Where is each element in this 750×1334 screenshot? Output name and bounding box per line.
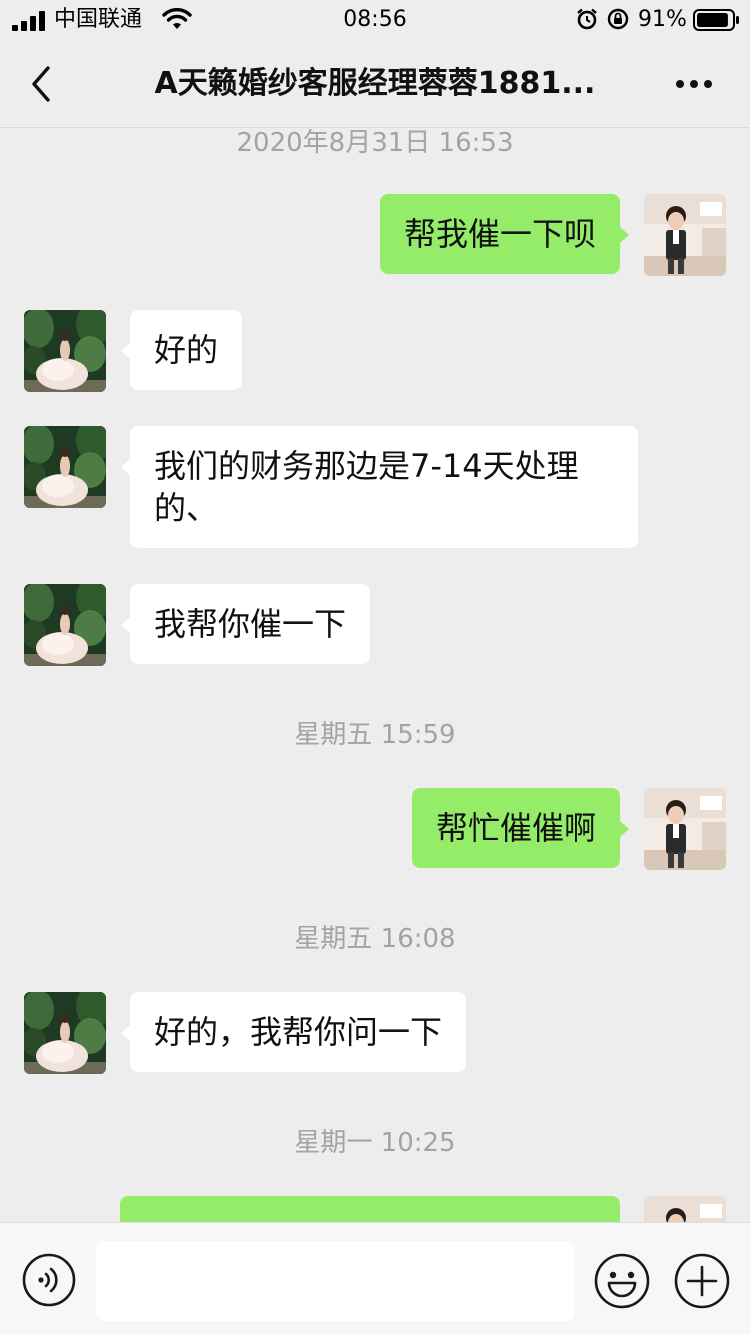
message-bubble-outgoing[interactable]: 帮我催一下呗	[379, 194, 630, 274]
avatar-me[interactable]	[644, 194, 726, 276]
chat-area[interactable]: 2020年8月31日 16:53 帮我催一下呗 好的 我们的财务那边是7-14天…	[0, 128, 750, 1222]
voice-icon[interactable]	[22, 1253, 76, 1307]
avatar-contact[interactable]	[24, 426, 106, 508]
avatar-contact[interactable]	[24, 992, 106, 1074]
battery-percent: 91%	[638, 7, 687, 32]
nav-bar: A天籁婚纱客服经理蓉蓉1881...	[0, 40, 750, 128]
rotation-lock-icon	[607, 8, 629, 30]
message-bubble-incoming[interactable]: 我帮你催一下	[120, 584, 371, 664]
avatar-contact[interactable]	[24, 584, 106, 666]
avatar-me[interactable]	[644, 788, 726, 870]
input-bar	[0, 1222, 750, 1334]
message-bubble-incoming[interactable]: 好的	[120, 310, 243, 390]
plus-circle-icon[interactable]	[674, 1253, 730, 1309]
message-bubble-incoming[interactable]: 我们的财务那边是7-14天处理的、	[121, 426, 638, 548]
avatar-me[interactable]	[644, 1196, 726, 1222]
emoji-icon[interactable]	[594, 1253, 650, 1309]
status-bar: 中国联通 08:56 91%	[0, 0, 750, 40]
battery-icon	[693, 9, 739, 31]
message-bubble-outgoing[interactable]	[120, 1196, 620, 1222]
message-bubble-incoming[interactable]: 好的，我帮你问一下	[120, 992, 467, 1072]
message-input[interactable]	[96, 1241, 574, 1321]
timestamp: 2020年8月31日 16:53	[236, 128, 514, 158]
avatar-contact[interactable]	[24, 310, 106, 392]
more-horizontal-icon[interactable]	[666, 68, 722, 100]
chat-title: A天籁婚纱客服经理蓉蓉1881...	[154, 66, 596, 101]
timestamp: 星期五 15:59	[294, 720, 456, 750]
chevron-left-icon[interactable]	[20, 62, 64, 106]
message-bubble-outgoing[interactable]: 帮忙催催啊	[411, 788, 630, 868]
alarm-icon	[577, 8, 597, 30]
timestamp: 星期五 16:08	[294, 924, 456, 954]
timestamp: 星期一 10:25	[294, 1128, 456, 1158]
